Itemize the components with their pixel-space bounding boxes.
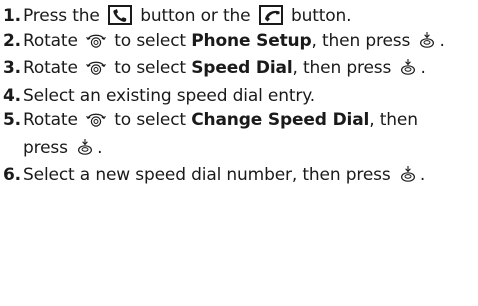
step-text: to select (114, 30, 186, 51)
step-number: 2. (3, 30, 21, 51)
step-number: 6. (3, 165, 21, 185)
step-text: Rotate (23, 30, 78, 51)
step-3: 3. Rotate to select Speed Dial, then pre… (3, 56, 463, 84)
step-text: . (439, 30, 445, 51)
step-number: 3. (3, 58, 21, 78)
selector-knob-press-icon (75, 138, 95, 164)
step-1: 1. Press the button or the button. (3, 4, 463, 29)
menu-option: Change Speed Dial (191, 110, 370, 130)
phone-pickup-button-icon (107, 5, 132, 25)
step-number: 5. (3, 110, 21, 130)
menu-option: Phone Setup (191, 30, 312, 51)
step-text: Select an existing speed dial entry. (23, 85, 315, 106)
step-text: , then press (311, 30, 411, 51)
selector-knob-press-icon (417, 31, 437, 57)
selector-knob-press-icon (398, 165, 418, 191)
step-number: 4. (3, 85, 21, 106)
phone-hangup-button-icon (258, 5, 283, 25)
step-text: Rotate (23, 58, 78, 78)
step-text: to select (114, 58, 186, 78)
selector-knob-rotate-icon (85, 110, 107, 136)
selector-knob-rotate-icon (85, 58, 107, 84)
step-text: . (97, 137, 103, 158)
step-text: Rotate (23, 110, 78, 130)
instruction-steps: 1. Press the button or the button. 2. Ro… (0, 0, 469, 191)
step-text: button. (290, 6, 352, 26)
step-text: Press the (23, 6, 100, 26)
selector-knob-rotate-icon (85, 31, 107, 57)
menu-option: Speed Dial (191, 58, 293, 78)
step-text: , then press (292, 58, 392, 78)
step-text: . (420, 58, 426, 78)
step-text: to select (114, 110, 186, 130)
selector-knob-press-icon (398, 58, 418, 84)
step-text: Select a new speed dial number, then pre… (23, 165, 391, 185)
step-6: 6. Select a new speed dial number, then … (3, 163, 463, 191)
step-5: 5. Rotate to select Change Speed Dial, t… (3, 108, 463, 163)
step-2: 2. Rotate to select Phone Setup, then pr… (3, 29, 463, 57)
step-text: . (419, 165, 426, 185)
step-text: button or the (140, 6, 251, 26)
step-4: 4. Select an existing speed dial entry. (3, 84, 463, 109)
step-number: 1. (3, 6, 21, 26)
